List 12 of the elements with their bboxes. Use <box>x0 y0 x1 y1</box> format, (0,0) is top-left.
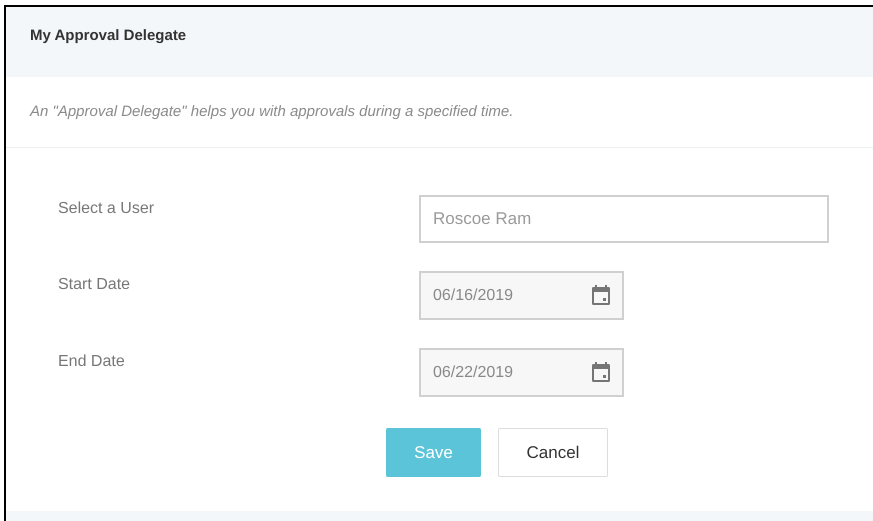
calendar-icon[interactable] <box>592 362 610 382</box>
date-field[interactable]: 06/16/2019 <box>419 271 624 320</box>
save-button[interactable]: Save <box>386 428 481 477</box>
field-label: End Date <box>58 352 126 372</box>
panel-title: My Approval Delegate <box>30 26 186 46</box>
date-field[interactable]: 06/22/2019 <box>419 348 624 397</box>
user-field[interactable]: Roscoe Ram <box>419 195 829 243</box>
field-label: Start Date <box>58 275 132 295</box>
field-label: Select a User <box>58 199 156 219</box>
cancel-button[interactable]: Cancel <box>498 428 608 477</box>
calendar-icon[interactable] <box>592 285 610 305</box>
description-text: An "Approval Delegate" helps you with approvals during a specified time. <box>30 102 514 122</box>
